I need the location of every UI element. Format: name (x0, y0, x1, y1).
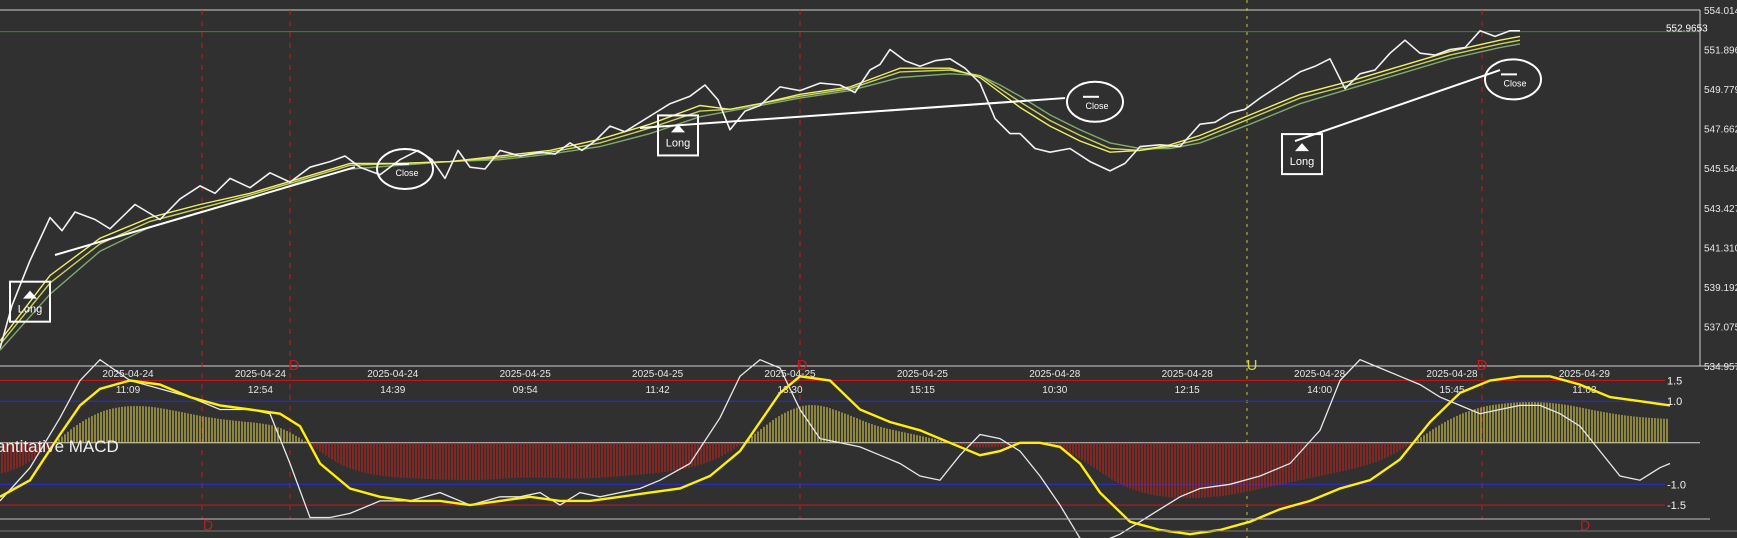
time-tick-date: 2025-04-25 (897, 369, 949, 380)
time-tick-date: 2025-04-24 (102, 369, 154, 380)
macd-level-label: -1.5 (1667, 500, 1686, 512)
macd-level-label: 1.0 (1667, 396, 1682, 408)
session-marker-0: D (289, 357, 300, 374)
price-y-tick-label: 547.662 (1704, 125, 1737, 136)
time-tick-time: 12:54 (248, 385, 273, 396)
time-tick-time: 12:15 (1175, 385, 1200, 396)
price-y-tick-label: 549.779 (1704, 85, 1737, 96)
time-tick-date: 2025-04-28 (1294, 369, 1346, 380)
close-signal-label: Close (395, 168, 418, 178)
time-tick-time: 15:45 (1439, 385, 1464, 396)
macd-level-label: 1.5 (1667, 375, 1682, 387)
time-tick-date: 2025-04-25 (500, 369, 552, 380)
price-y-tick-label: 539.192 (1704, 283, 1737, 294)
close-signal-label: Close (1085, 101, 1108, 111)
price-y-tick-label: 554.014 (1704, 6, 1737, 17)
indicator-title: antitative MACD (0, 437, 119, 456)
price-y-tick-label: 537.075 (1704, 322, 1737, 333)
price-y-tick-label: 543.427 (1704, 204, 1737, 215)
time-tick-date: 2025-04-24 (367, 369, 419, 380)
time-tick-time: 09:54 (513, 385, 538, 396)
price-y-tick-label: 534.957 (1704, 362, 1737, 373)
long-signal-label: Long (18, 304, 42, 316)
time-tick-date: 2025-04-28 (1029, 369, 1081, 380)
time-tick-time: 11:42 (645, 385, 670, 396)
time-tick-time: 14:00 (1307, 385, 1332, 396)
close-signal-label: Close (1503, 78, 1526, 88)
time-tick-time: 15:15 (910, 385, 935, 396)
price-y-tick-label: 541.310 (1704, 243, 1737, 254)
time-tick-date: 2025-04-28 (1426, 369, 1478, 380)
price-y-tick-label: 551.896 (1704, 46, 1737, 57)
trading-chart[interactable]: DDUDDD Long Close Long Close Long Close 554.0… (0, 0, 1737, 538)
time-tick-time: 11:09 (116, 385, 141, 396)
price-y-tick-label: 545.544 (1704, 164, 1737, 175)
time-tick-time: 10:30 (1042, 385, 1067, 396)
session-marker-2: U (1247, 357, 1258, 374)
macd-level-label: -1.0 (1667, 479, 1686, 491)
long-signal-label: Long (1290, 156, 1314, 168)
time-tick-date: 2025-04-24 (235, 369, 287, 380)
time-tick-date: 2025-04-25 (632, 369, 684, 380)
last-price-label: 552.9653 (1666, 24, 1708, 35)
long-signal-label: Long (666, 137, 690, 149)
time-tick-date: 2025-04-29 (1559, 369, 1611, 380)
time-tick-time: 14:39 (380, 385, 405, 396)
session-marker-3: D (1477, 357, 1488, 374)
time-tick-date: 2025-04-28 (1162, 369, 1214, 380)
